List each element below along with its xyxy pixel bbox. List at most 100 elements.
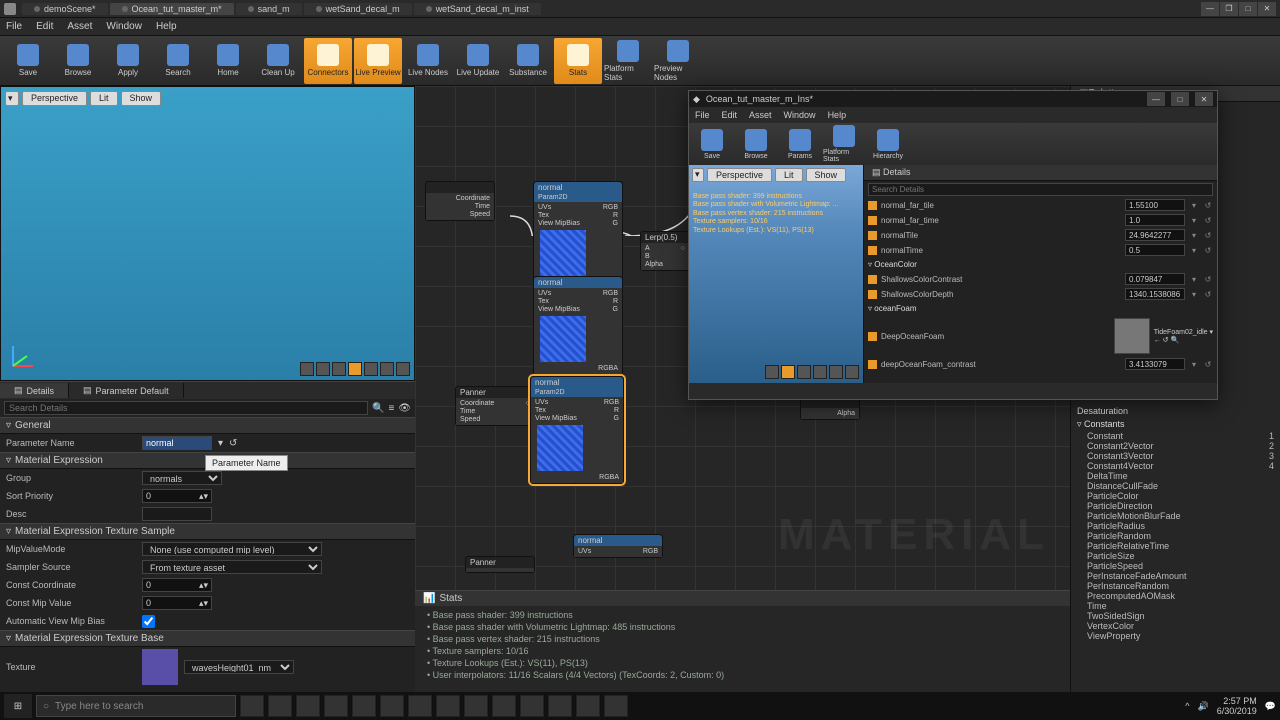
close-button[interactable]: ✕ bbox=[1258, 2, 1276, 16]
instance-param-row[interactable]: normalTime0.5▾↺ bbox=[868, 243, 1213, 257]
toolbar-clean-up-button[interactable]: Clean Up bbox=[254, 38, 302, 84]
dropdown-icon[interactable]: ▾ bbox=[218, 438, 223, 449]
palette-item[interactable]: PerInstanceFadeAmount bbox=[1077, 571, 1274, 581]
shape-icon[interactable] bbox=[797, 365, 811, 379]
taskbar-app-icon[interactable] bbox=[548, 695, 572, 717]
palette-item[interactable]: DeltaTime bbox=[1077, 471, 1274, 481]
texture-thumbnail[interactable] bbox=[1114, 318, 1150, 354]
shape-icon[interactable] bbox=[300, 362, 314, 376]
viewport-dropdown-icon[interactable]: ▾ bbox=[5, 91, 19, 106]
auto-view-mip-bias-checkbox[interactable] bbox=[142, 615, 155, 628]
shape-icon[interactable] bbox=[316, 362, 330, 376]
palette-item[interactable]: Constant1 bbox=[1077, 431, 1274, 441]
instance-param-row[interactable]: normal_far_time1.0▾↺ bbox=[868, 213, 1213, 227]
palette-item[interactable]: PrecomputedAOMask bbox=[1077, 591, 1274, 601]
toolbar-search-button[interactable]: Search bbox=[154, 38, 202, 84]
doc-tab[interactable]: demoScene* bbox=[22, 3, 108, 15]
viewport-lit-button[interactable]: Lit bbox=[90, 91, 118, 106]
taskbar-app-icon[interactable] bbox=[352, 695, 376, 717]
taskbar-app-icon[interactable] bbox=[604, 695, 628, 717]
restore-button[interactable]: ❐ bbox=[1220, 2, 1238, 16]
taskbar-app-icon[interactable] bbox=[240, 695, 264, 717]
instance-search-input[interactable] bbox=[868, 183, 1213, 196]
toolbar-connectors-button[interactable]: Connectors bbox=[304, 38, 352, 84]
minimize-button[interactable]: — bbox=[1147, 92, 1165, 106]
viewport-dropdown-icon[interactable]: ▾ bbox=[692, 168, 704, 182]
shape-icon[interactable] bbox=[380, 362, 394, 376]
palette-category[interactable]: Desaturation bbox=[1077, 406, 1274, 416]
menu-asset[interactable]: Asset bbox=[749, 110, 772, 120]
maximize-button[interactable]: □ bbox=[1171, 92, 1189, 106]
viewport-lit-button[interactable]: Lit bbox=[775, 168, 803, 182]
group-select[interactable]: normals bbox=[142, 471, 222, 485]
taskbar-app-icon[interactable] bbox=[436, 695, 460, 717]
palette-item[interactable]: ParticleRadius bbox=[1077, 521, 1274, 531]
instance-viewport[interactable]: ▾ Perspective Lit Show Base pass shader:… bbox=[689, 165, 864, 383]
viewport-show-button[interactable]: Show bbox=[806, 168, 847, 182]
taskbar-app-icon[interactable] bbox=[464, 695, 488, 717]
system-tray[interactable]: ^ 🔊 2:57 PM 6/30/2019 💬 bbox=[1185, 696, 1276, 716]
palette-item[interactable]: VertexColor bbox=[1077, 621, 1274, 631]
texture-select[interactable]: wavesHeight01_nm bbox=[184, 660, 294, 674]
sort-priority-spinner[interactable]: 0▴▾ bbox=[142, 489, 212, 503]
doc-tab[interactable]: wetSand_decal_m_inst bbox=[414, 3, 541, 15]
eye-icon[interactable]: 👁 bbox=[398, 403, 411, 414]
palette-item[interactable]: ParticleDirection bbox=[1077, 501, 1274, 511]
sampler-source-select[interactable]: From texture asset bbox=[142, 560, 322, 574]
reset-icon[interactable]: ↺ bbox=[229, 438, 237, 449]
shape-icon[interactable] bbox=[781, 365, 795, 379]
palette-item[interactable]: PerInstanceRandom bbox=[1077, 581, 1274, 591]
checkbox-icon[interactable] bbox=[868, 246, 877, 255]
preview-viewport[interactable]: ▾ Perspective Lit Show bbox=[0, 86, 415, 381]
menu-window[interactable]: Window bbox=[106, 21, 142, 32]
instance-param-row[interactable]: ShallowsColorDepth1340.1538086▾↺ bbox=[868, 287, 1213, 301]
toolbar-apply-button[interactable]: Apply bbox=[104, 38, 152, 84]
graph-node-panner[interactable]: Panner Coordinate○TimeSpeed bbox=[455, 386, 535, 426]
shape-icon[interactable] bbox=[396, 362, 410, 376]
toolbar-preview-nodes-button[interactable]: Preview Nodes bbox=[654, 38, 702, 84]
section-texture-base[interactable]: ▿ Material Expression Texture Base bbox=[0, 630, 415, 647]
view-options-icon[interactable]: ≡ bbox=[388, 403, 394, 414]
toolbar-home-button[interactable]: Home bbox=[204, 38, 252, 84]
checkbox-icon[interactable] bbox=[868, 201, 877, 210]
menu-file[interactable]: File bbox=[6, 21, 22, 32]
taskbar-app-icon[interactable] bbox=[520, 695, 544, 717]
instance-details-header[interactable]: ▤ Details bbox=[864, 165, 1217, 181]
shape-icon[interactable] bbox=[332, 362, 346, 376]
material-instance-window[interactable]: ◆ Ocean_tut_master_m_Ins* — □ ✕ File Edi… bbox=[688, 90, 1218, 400]
taskbar-app-icon[interactable] bbox=[268, 695, 292, 717]
palette-item[interactable]: ParticleRelativeTime bbox=[1077, 541, 1274, 551]
checkbox-icon[interactable] bbox=[868, 290, 877, 299]
checkbox-icon[interactable] bbox=[868, 275, 877, 284]
taskbar-app-icon[interactable] bbox=[324, 695, 348, 717]
shape-icon[interactable] bbox=[364, 362, 378, 376]
taskbar-search[interactable]: ○ Type here to search bbox=[36, 695, 236, 717]
toolbar-live-nodes-button[interactable]: Live Nodes bbox=[404, 38, 452, 84]
taskbar-app-icon[interactable] bbox=[492, 695, 516, 717]
taskbar-app-icon[interactable] bbox=[408, 695, 432, 717]
tray-icon[interactable]: ^ bbox=[1185, 701, 1189, 711]
tray-icon[interactable]: 🔊 bbox=[1198, 701, 1209, 712]
instance-param-row[interactable]: normal_far_tile1.55100▾↺ bbox=[868, 198, 1213, 212]
search-icon[interactable]: 🔍 bbox=[372, 403, 384, 414]
toolbar-platform-stats-button[interactable]: Platform Stats bbox=[604, 38, 652, 84]
instance-toolbar-platform-stats-button[interactable]: Platform Stats bbox=[823, 124, 865, 164]
instance-toolbar-hierarchy-button[interactable]: Hierarchy bbox=[867, 124, 909, 164]
menu-file[interactable]: File bbox=[695, 110, 710, 120]
close-button[interactable]: ✕ bbox=[1195, 92, 1213, 106]
instance-param-row[interactable]: ShallowsColorContrast0.079847▾↺ bbox=[868, 272, 1213, 286]
palette-item[interactable]: ParticleMotionBlurFade bbox=[1077, 511, 1274, 521]
section-general[interactable]: ▿ General bbox=[0, 417, 415, 434]
graph-node-normal[interactable]: normal UVsRGB TexR View MipBiasG RGBA bbox=[533, 276, 623, 375]
toolbar-substance-button[interactable]: Substance bbox=[504, 38, 552, 84]
instance-param-row[interactable]: DeepOceanFoamTideFoam02_idle ▾← ↺ 🔍 bbox=[868, 316, 1213, 356]
graph-node-normal-selected[interactable]: normalParam2D UVsRGB TexR View MipBiasG … bbox=[530, 376, 624, 484]
graph-node[interactable]: CoordinateTimeSpeed bbox=[425, 181, 495, 221]
graph-node-panner[interactable]: Panner bbox=[465, 556, 535, 573]
toolbar-live-preview-button[interactable]: Live Preview bbox=[354, 38, 402, 84]
graph-node-lerp[interactable]: Lerp(0.5) A○BAlpha bbox=[640, 231, 690, 271]
viewport-perspective-button[interactable]: Perspective bbox=[707, 168, 772, 182]
stats-header[interactable]: 📊 Stats bbox=[415, 591, 1070, 606]
toolbar-browse-button[interactable]: Browse bbox=[54, 38, 102, 84]
const-coordinate-spinner[interactable]: 0▴▾ bbox=[142, 578, 212, 592]
